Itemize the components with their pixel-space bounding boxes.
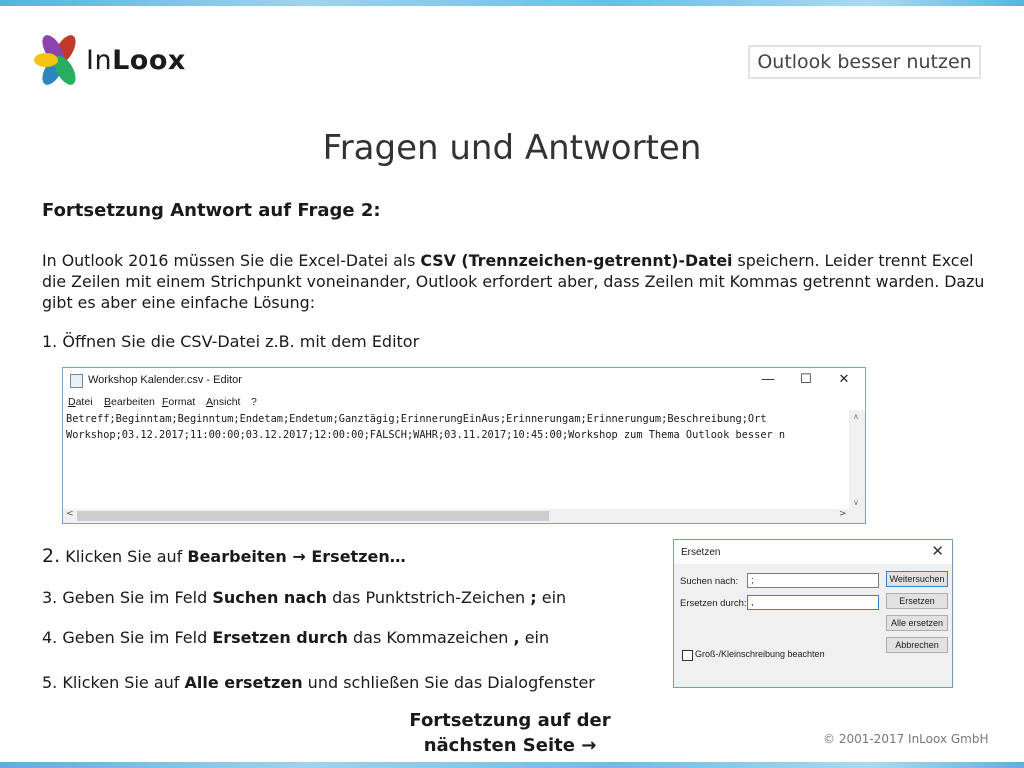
continue-note: Fortsetzung auf der nächsten Seite → [409,710,611,756]
notepad-titlebar: Workshop Kalender.csv - Editor — ☐ ✕ [63,368,865,392]
scroll-left-icon[interactable]: < [66,509,74,519]
notepad-title: Workshop Kalender.csv - Editor [88,374,242,386]
replace-all-button[interactable]: Alle ersetzen [886,615,948,631]
vertical-scrollbar[interactable]: ∧ ∨ [849,410,865,510]
replace-label: Ersetzen durch: [680,598,747,609]
match-case-label: Groß-/Kleinschreibung beachten [695,649,825,659]
find-input[interactable]: ; [747,573,879,588]
scroll-down-icon[interactable]: ∨ [853,498,859,507]
dialog-close-icon[interactable]: ✕ [931,542,944,560]
intro-paragraph: In Outlook 2016 müssen Sie die Excel-Dat… [42,251,985,312]
step-4: 4. Geben Sie im Feld Ersetzen durch das … [42,628,550,647]
scroll-thumb[interactable] [77,511,549,521]
text-line-2: Workshop;03.12.2017;11:00:00;03.12.2017;… [66,429,786,441]
notepad-text-area[interactable]: Betreff;Beginntam;Beginntum;Endetam;Ende… [66,411,846,443]
menu-bearbeiten[interactable]: Bearbeiten [104,396,155,408]
replace-button[interactable]: Ersetzen [886,593,948,609]
dialog-title: Ersetzen [681,547,721,558]
brand-name: InLoox [86,45,186,76]
slogan-box: Outlook besser nutzen [748,45,981,79]
inloox-logo: InLoox [34,30,204,94]
step-2: 2. Klicken Sie auf Bearbeiten → Ersetzen… [42,545,406,567]
dialog-body: Suchen nach: ; Ersetzen durch: , Weiters… [674,564,952,687]
minimize-icon[interactable]: — [753,371,783,386]
menu-datei[interactable]: Datei [68,396,93,408]
bottom-decor-bar [0,762,1024,768]
step-1: 1. Öffnen Sie die CSV-Datei z.B. mit dem… [42,332,420,351]
step-3: 3. Geben Sie im Feld Suchen nach das Pun… [42,588,567,607]
replace-input[interactable]: , [747,595,879,610]
scroll-up-icon[interactable]: ∧ [853,412,859,421]
page-title: Fragen und Antworten [322,128,702,168]
find-next-button[interactable]: Weitersuchen [886,571,948,587]
notepad-icon [70,374,83,388]
cancel-button[interactable]: Abbrechen [886,637,948,653]
menu-help[interactable]: ? [251,396,257,408]
menu-format[interactable]: Format [162,396,195,408]
text-line-1: Betreff;Beginntam;Beginntum;Endetam;Ende… [66,413,767,425]
find-label: Suchen nach: [680,576,739,587]
step-5: 5. Klicken Sie auf Alle ersetzen und sch… [42,673,595,692]
subheading: Fortsetzung Antwort auf Frage 2: [42,200,381,221]
maximize-icon[interactable]: ☐ [791,371,821,387]
arrow-right-icon: → [286,547,312,566]
close-icon[interactable]: ✕ [829,371,859,387]
menu-ansicht[interactable]: Ansicht [206,396,240,408]
scroll-right-icon[interactable]: > [839,509,847,519]
horizontal-scrollbar[interactable]: < > [63,509,865,523]
copyright: © 2001-2017 InLoox GmbH [823,732,989,746]
notepad-window: Workshop Kalender.csv - Editor — ☐ ✕ Dat… [62,367,866,524]
replace-dialog: Ersetzen ✕ Suchen nach: ; Ersetzen durch… [673,539,953,688]
top-decor-bar [0,0,1024,6]
match-case-checkbox[interactable] [682,650,693,661]
